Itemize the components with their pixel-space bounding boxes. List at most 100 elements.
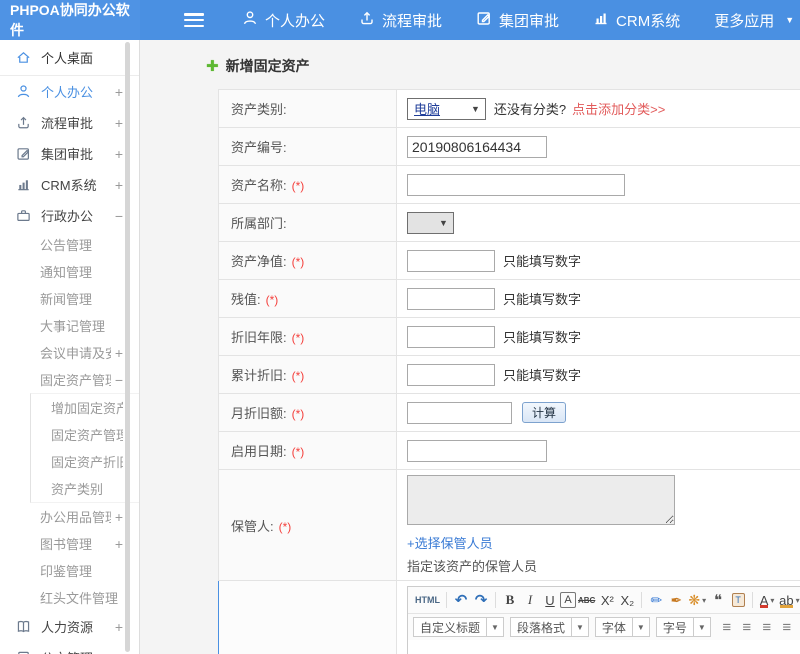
topbar: PHPOA协同办公软件 个人办公流程审批集团审批CRM系统更多应用▼ <box>0 0 800 40</box>
sidebar-item-red-header-doc-mgmt[interactable]: 红头文件管理 <box>0 584 139 611</box>
select-value: 电脑 <box>408 99 466 118</box>
custodian-textarea[interactable] <box>407 475 675 525</box>
add-category-link[interactable]: 点击添加分类>> <box>572 99 665 118</box>
redo-icon: ↷ <box>475 593 488 608</box>
sidebar-item-label: 固定资产管理 <box>40 370 111 389</box>
align-center-button[interactable]: ≡ <box>737 617 757 637</box>
sidebar-item-fixed-asset-mgmt[interactable]: 固定资产管理− <box>0 366 139 393</box>
sidebar-item-crm-system[interactable]: CRM系统+ <box>0 169 139 200</box>
paragraph-format-select[interactable]: 段落格式▼ <box>510 617 589 637</box>
redo-button[interactable]: ↷ <box>471 590 491 610</box>
sidebar-item-notice-mgmt[interactable]: 通知管理 <box>0 258 139 285</box>
underline-button[interactable]: U <box>540 590 560 610</box>
department-select[interactable]: ▼ <box>407 212 454 234</box>
sidebar-item-label: 集团审批 <box>41 144 111 163</box>
italic-button[interactable]: I <box>520 590 540 610</box>
nav-personal-office[interactable]: 个人办公 <box>242 10 325 31</box>
blockquote-button[interactable]: ❝ <box>708 590 728 610</box>
field-label-text: 残值: <box>231 292 261 307</box>
align-left-button[interactable]: ≡ <box>717 617 737 637</box>
format-painter-button[interactable]: ❋▾ <box>686 590 708 610</box>
quote-icon: ❝ <box>714 593 722 608</box>
eraser-button[interactable]: ✏ <box>646 590 666 610</box>
editor-content-area[interactable] <box>408 640 800 654</box>
sidebar-item-document-mgmt[interactable]: 公文管理+ <box>0 642 139 654</box>
undo-button[interactable]: ↶ <box>451 590 471 610</box>
superscript-button[interactable]: X² <box>597 590 617 610</box>
required-mark: (*) <box>292 369 305 383</box>
justify-button[interactable]: ≡ <box>777 617 797 637</box>
asset-net-value-input[interactable] <box>407 250 495 272</box>
no-category-hint: 还没有分类? <box>494 99 566 118</box>
strikethrough-button[interactable]: ABC <box>576 590 597 610</box>
sidebar-item-group-approval[interactable]: 集团审批+ <box>0 138 139 169</box>
nav-group-approval[interactable]: 集团审批 <box>476 10 559 31</box>
sidebar-item-office-supplies-mgmt[interactable]: 办公用品管理+ <box>0 503 139 530</box>
font-family-select[interactable]: 字体▼ <box>595 617 650 637</box>
field-value-monthly-depreciation: 计算 <box>397 394 800 432</box>
sidebar-item-news-mgmt[interactable]: 新闻管理 <box>0 285 139 312</box>
sidebar-item-asset-category[interactable]: 资产类别 <box>31 475 139 502</box>
select-custodian-link[interactable]: +选择保管人员 <box>407 533 675 552</box>
asset-category-select[interactable]: 电脑▼ <box>407 98 486 120</box>
paste-button[interactable]: T <box>728 590 748 610</box>
field-value-start-date <box>397 432 800 470</box>
accumulated-depreciation-input[interactable] <box>407 364 495 386</box>
form-row-description-editor: HTML↶↷BIUAABCX²X₂✏✒❋▾❝TA▾ab▾≣自定义标题▼段落格式▼… <box>219 581 800 654</box>
field-value-custodian: +选择保管人员指定该资产的保管人员 <box>397 470 800 581</box>
sidebar-item-meeting-request-mgmt[interactable]: 会议申请及安排+ <box>0 339 139 366</box>
sidebar-item-label: 公文管理 <box>41 648 111 654</box>
salvage-value-input[interactable] <box>407 288 495 310</box>
sidebar-item-workflow-approval[interactable]: 流程审批+ <box>0 107 139 138</box>
sidebar-item-label: 资产类别 <box>51 479 123 498</box>
sidebar-item-personal-office[interactable]: 个人办公+ <box>0 76 139 107</box>
monthly-depreciation-input[interactable] <box>407 402 512 424</box>
editor-toolbar-row2: 自定义标题▼段落格式▼字体▼字号▼≡≡≡≡∞⊗ <box>408 614 800 640</box>
align-right-button[interactable]: ≡ <box>757 617 777 637</box>
asset-number-input[interactable] <box>407 136 547 158</box>
sidebar: 个人桌面个人办公+流程审批+集团审批+CRM系统+行政办公−公告管理通知管理新闻… <box>0 40 140 654</box>
undo-icon: ↶ <box>455 593 468 608</box>
sidebar-item-memorabilia-mgmt[interactable]: 大事记管理 <box>0 312 139 339</box>
subscript-button[interactable]: X₂ <box>617 590 637 610</box>
sidebar-item-fixed-asset-manage[interactable]: 固定资产管理 <box>31 421 139 448</box>
custodian-note: 指定该资产的保管人员 <box>407 556 675 575</box>
field-label-text: 资产类别: <box>231 102 287 117</box>
sidebar-item-announcement-mgmt[interactable]: 公告管理 <box>0 231 139 258</box>
font-size-select[interactable]: 字号▼ <box>656 617 711 637</box>
field-label-department: 所属部门: <box>219 204 397 242</box>
font-color-button[interactable]: A▾ <box>757 590 777 610</box>
sidebar-item-fixed-asset-depreciation[interactable]: 固定资产折旧 <box>31 448 139 475</box>
nav-more-apps[interactable]: 更多应用▼ <box>714 10 794 31</box>
custom-title-select[interactable]: 自定义标题▼ <box>413 617 504 637</box>
form-row-asset-number: 资产编号: <box>219 128 800 166</box>
sidebar-item-seal-mgmt[interactable]: 印鉴管理 <box>0 557 139 584</box>
asset-name-input[interactable] <box>407 174 625 196</box>
highlight-button[interactable]: ab▾ <box>777 590 800 610</box>
page-title-text: 新增固定资产 <box>226 56 310 76</box>
sidebar-item-label: 办公用品管理 <box>40 507 111 526</box>
sidebar-scrollbar[interactable] <box>125 42 130 652</box>
sidebar-item-human-resources[interactable]: 人力资源+ <box>0 611 139 642</box>
bold-button[interactable]: B <box>500 590 520 610</box>
field-label-start-date: 启用日期:(*) <box>219 432 397 470</box>
sidebar-item-book-mgmt[interactable]: 图书管理+ <box>0 530 139 557</box>
sidebar-item-admin-office[interactable]: 行政办公− <box>0 200 139 231</box>
editor-toolbar-row1: HTML↶↷BIUAABCX²X₂✏✒❋▾❝TA▾ab▾≣ <box>408 587 800 614</box>
sidebar-item-add-fixed-asset[interactable]: 增加固定资产 <box>31 394 139 421</box>
font-style-button[interactable]: A <box>560 592 576 608</box>
sidebar-item-personal-desktop[interactable]: 个人桌面 <box>0 40 139 76</box>
field-label-text: 资产净值: <box>231 254 287 269</box>
sidebar-item-label: 人力资源 <box>41 617 111 636</box>
hamburger-menu-icon[interactable] <box>184 13 204 27</box>
nav-workflow-approval[interactable]: 流程审批 <box>359 10 442 31</box>
html-source-button[interactable]: HTML <box>413 590 442 610</box>
format-brush-button[interactable]: ✒ <box>666 590 686 610</box>
align-center-icon: ≡ <box>742 620 751 635</box>
nav-crm-system[interactable]: CRM系统 <box>593 10 680 31</box>
field-label-text: 保管人: <box>231 519 274 534</box>
eraser-icon: ✏ <box>650 593 662 608</box>
calculate-button[interactable]: 计算 <box>522 402 566 423</box>
depreciation-years-input[interactable] <box>407 326 495 348</box>
start-date-input[interactable] <box>407 440 547 462</box>
